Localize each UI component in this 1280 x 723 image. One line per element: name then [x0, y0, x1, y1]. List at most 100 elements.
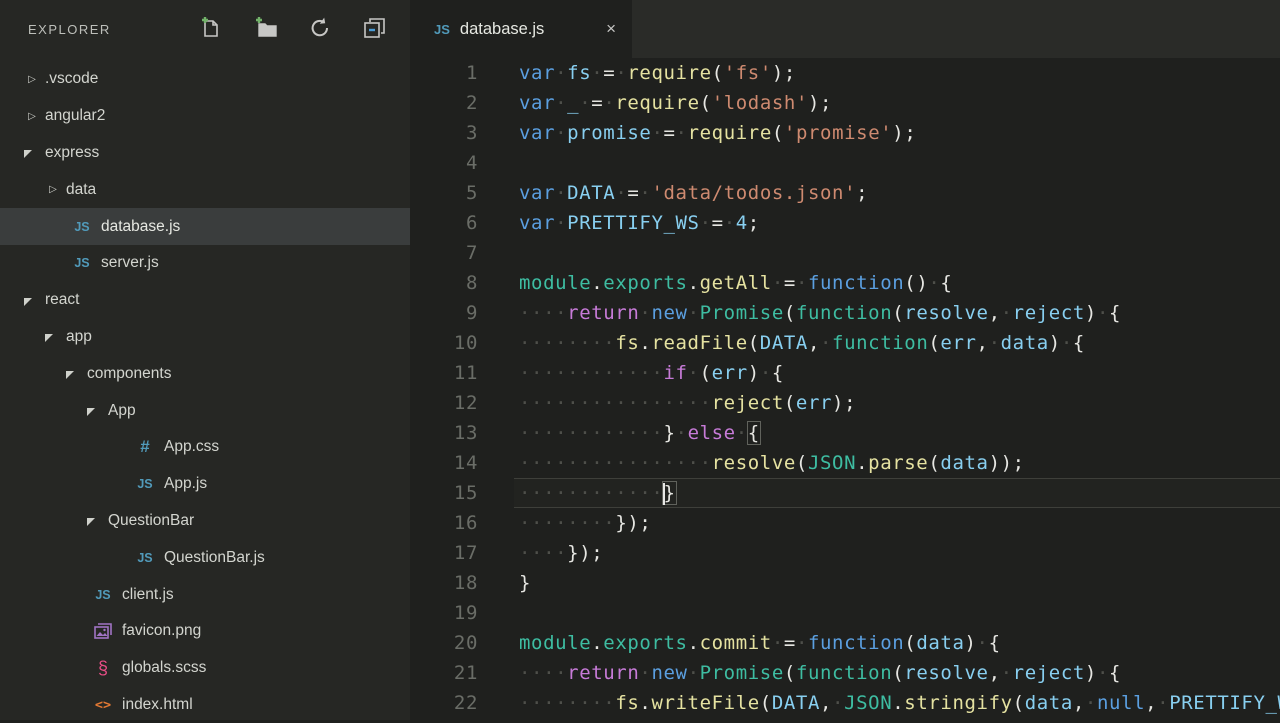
tree-item-app[interactable]: app [0, 319, 410, 356]
code-line[interactable]: 1var·fs·=·require('fs'); [410, 58, 1280, 88]
tree-item-client.js[interactable]: JSclient.js [0, 576, 410, 613]
tree-item-App.js[interactable]: JS App.js [0, 466, 410, 503]
line-number: 3 [410, 118, 478, 148]
tree-item-App.css[interactable]: #App.css [0, 429, 410, 466]
chevron-expanded-icon [87, 408, 95, 416]
code-line[interactable]: 21····return·new·Promise(function(resolv… [410, 658, 1280, 688]
line-number: 6 [410, 208, 478, 238]
line-number: 5 [410, 178, 478, 208]
new-file-button[interactable] [197, 16, 223, 42]
code-line[interactable]: 20module.exports.commit·=·function(data)… [410, 628, 1280, 658]
tree-item-database.js[interactable]: JSdatabase.js [0, 208, 410, 245]
tree-item-components[interactable]: components [0, 355, 410, 392]
code-text: ············} [514, 478, 1280, 508]
tab-close-icon[interactable]: × [598, 19, 616, 39]
code-line[interactable]: 16········}); [410, 508, 1280, 538]
tree-item-server.js[interactable]: JS server.js [0, 245, 410, 282]
explorer-title: EXPLORER [28, 22, 111, 37]
line-number: 21 [410, 658, 478, 688]
line-number: 22 [410, 688, 478, 718]
code-line[interactable]: 12················reject(err); [410, 388, 1280, 418]
chevron-collapsed-icon: ▷ [45, 184, 61, 195]
collapse-all-icon [362, 16, 388, 43]
tree-item-label: data [66, 181, 96, 199]
code-line[interactable]: 2var·_·=·require('lodash'); [410, 88, 1280, 118]
code-lines: 1var·fs·=·require('fs');2var·_·=·require… [410, 58, 1280, 718]
code-line[interactable]: 15 ············} [410, 478, 1280, 508]
line-number: 10 [410, 328, 478, 358]
chevron-collapsed-icon: ▷ [24, 74, 40, 85]
tree-item-label: express [45, 144, 99, 162]
code-line[interactable]: 8module.exports.getAll·=·function()·{ [410, 268, 1280, 298]
code-line[interactable]: 17····}); [410, 538, 1280, 568]
code-text: var·DATA·=·'data/todos.json'; [519, 178, 1280, 208]
tree-item-favicon.png[interactable]: favicon.png [0, 613, 410, 650]
code-text: ················reject(err); [519, 388, 1280, 418]
tab-database-js[interactable]: JS database.js × [410, 0, 632, 58]
explorer-header: EXPLORER [0, 0, 410, 58]
js-file-icon: JS [134, 477, 156, 491]
tree-item-index.html[interactable]: <>index.html [0, 687, 410, 723]
code-text: ············}·else·{ [519, 418, 1280, 448]
tree-item-QuestionBar[interactable]: QuestionBar [0, 503, 410, 540]
code-line[interactable]: 19 [410, 598, 1280, 628]
code-line[interactable]: 22········fs.writeFile(DATA,·JSON.string… [410, 688, 1280, 718]
code-line[interactable]: 10 ········fs.readFile(DATA,·function(err… [410, 328, 1280, 358]
line-number: 15 [410, 478, 478, 508]
tree-item-label: app [66, 328, 92, 346]
code-text: module.exports.getAll·=·function()·{ [519, 268, 1280, 298]
tree-item-label: index.html [122, 696, 193, 714]
tree-item-label: server.js [101, 254, 159, 272]
tree-item-globals.scss[interactable]: §globals.scss [0, 650, 410, 687]
tree-item-express[interactable]: express [0, 135, 410, 172]
chevron-expanded-icon [66, 371, 74, 379]
line-number: 2 [410, 88, 478, 118]
code-text: var·PRETTIFY_WS·=·4; [519, 208, 1280, 238]
code-editor[interactable]: 1var·fs·=·require('fs');2var·_·=·require… [410, 58, 1280, 720]
code-text: } [519, 568, 1280, 598]
line-number: 19 [410, 598, 478, 628]
code-line[interactable]: 7 [410, 238, 1280, 268]
tree-item-react[interactable]: react [0, 282, 410, 319]
code-line[interactable]: 5 var·DATA·=·'data/todos.json'; [410, 178, 1280, 208]
editor-tab-bar: JS database.js × [410, 0, 1280, 58]
tree-item-App[interactable]: App [0, 392, 410, 429]
tree-item-label: App.js [164, 475, 207, 493]
code-line[interactable]: 13············}·else·{ [410, 418, 1280, 448]
line-number: 17 [410, 538, 478, 568]
code-text: ········fs.readFile(DATA,·function(err,·… [519, 328, 1280, 358]
line-number: 7 [410, 238, 478, 268]
code-text [519, 238, 1280, 268]
code-text [519, 148, 1280, 178]
line-number: 9 [410, 298, 478, 328]
code-text [519, 598, 1280, 628]
code-text: ········}); [519, 508, 1280, 538]
tree-item-label: database.js [101, 218, 180, 236]
line-number: 20 [410, 628, 478, 658]
file-tree: ▷.vscode▷angular2express▷dataJSdatabase.… [0, 61, 410, 723]
tree-item-label: App.css [164, 438, 219, 456]
new-folder-icon [252, 16, 278, 43]
code-line[interactable]: 3var·promise·=·require('promise'); [410, 118, 1280, 148]
code-line[interactable]: 6 var·PRETTIFY_WS·=·4; [410, 208, 1280, 238]
code-line[interactable]: 14················resolve(JSON.parse(dat… [410, 448, 1280, 478]
collapse-all-button[interactable] [362, 16, 388, 42]
js-file-icon: JS [134, 551, 156, 565]
tree-item-label: .vscode [45, 70, 98, 88]
code-line[interactable]: 4 [410, 148, 1280, 178]
line-number: 11 [410, 358, 478, 388]
tree-item-label: angular2 [45, 107, 105, 125]
refresh-button[interactable] [307, 16, 333, 42]
code-text: ····return·new·Promise(function(resolve,… [519, 298, 1280, 328]
tree-item-QuestionBar.js[interactable]: JSQuestionBar.js [0, 539, 410, 576]
code-line[interactable]: 9 ····return·new·Promise(function(resolve… [410, 298, 1280, 328]
tree-item-data[interactable]: ▷ data [0, 171, 410, 208]
line-number: 14 [410, 448, 478, 478]
tree-item-.vscode[interactable]: ▷ .vscode [0, 61, 410, 98]
new-folder-button[interactable] [252, 16, 278, 42]
code-line[interactable]: 11············if·(err)·{ [410, 358, 1280, 388]
js-file-icon: JS [71, 256, 93, 270]
code-line[interactable]: 18} [410, 568, 1280, 598]
line-number: 4 [410, 148, 478, 178]
tree-item-angular2[interactable]: ▷angular2 [0, 98, 410, 135]
